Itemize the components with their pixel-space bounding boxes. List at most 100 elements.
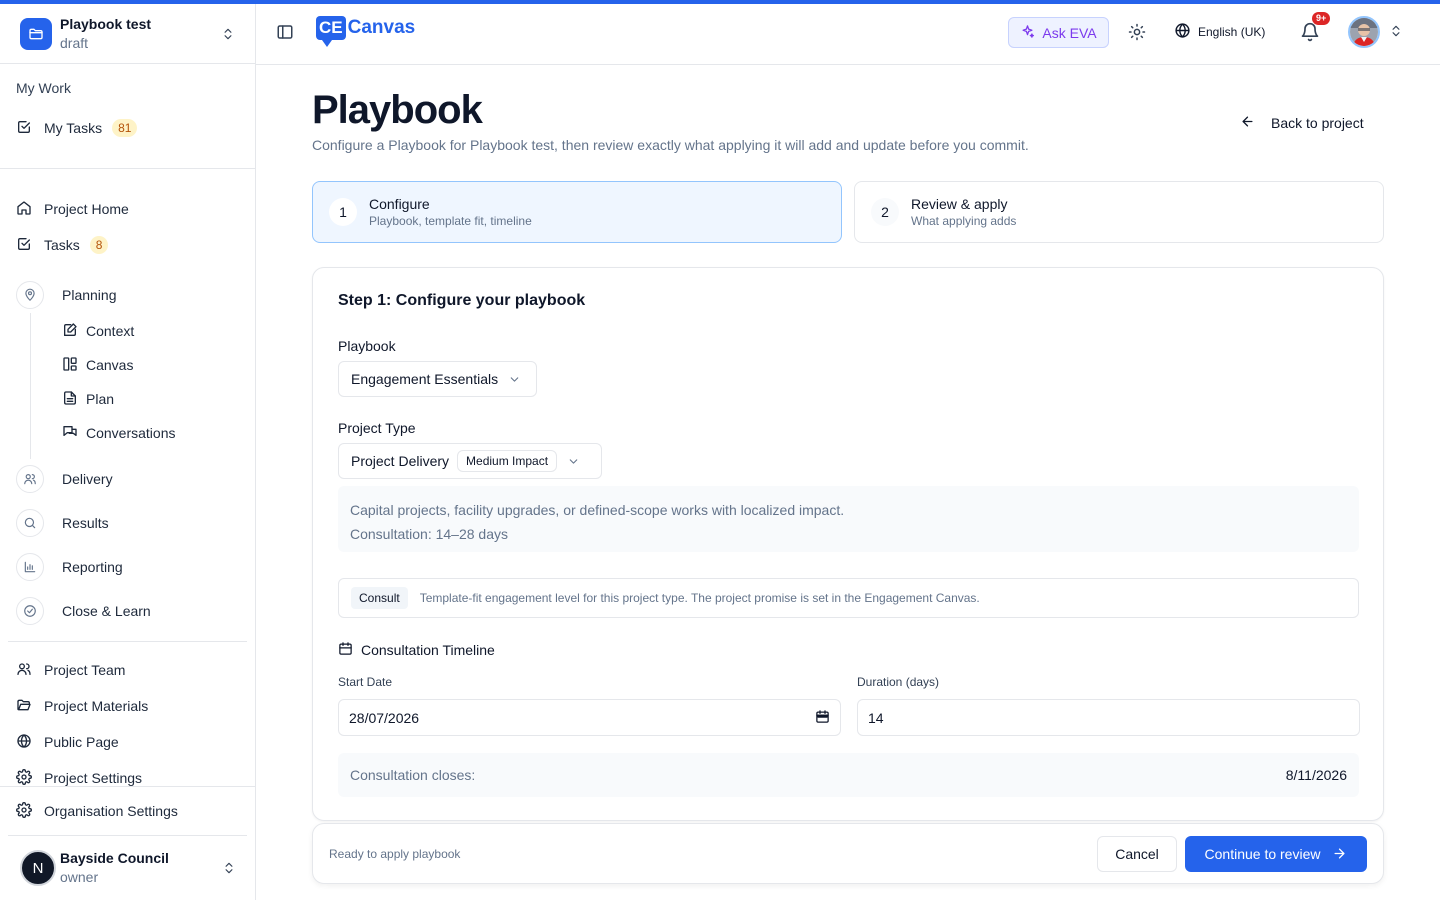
sidebar-item-label: Project Settings [44,770,143,786]
step-title: Review & apply [911,196,1008,212]
back-to-project-link[interactable]: Back to project [1240,114,1364,132]
start-date-value: 28/07/2026 [349,709,420,726]
sidebar-item-organisation-settings[interactable]: Organisation Settings [16,799,178,823]
check-square-icon [16,236,32,255]
sidebar-item-project-team[interactable]: Project Team [16,658,125,682]
closes-label: Consultation closes: [350,767,476,783]
sidebar-item-label: Conversations [86,425,176,441]
sidebar-item-context[interactable]: Context [62,320,134,342]
sidebar-toggle-icon[interactable] [276,23,296,43]
sidebar-item-label: My Tasks [44,120,103,136]
sidebar-item-label: Tasks [44,237,80,253]
ask-eva-label: Ask EVA [1042,24,1097,41]
calendar-icon[interactable] [815,709,830,727]
sidebar-item-label: Close & Learn [62,603,151,619]
check-square-icon [16,119,32,138]
top-accent-bar [0,0,1440,4]
sun-icon[interactable] [1128,23,1146,41]
project-type-select[interactable]: Project Delivery Medium Impact [338,443,602,479]
sidebar-item-conversations[interactable]: Conversations [62,422,176,444]
organisation-switcher[interactable]: N Bayside Council owner [0,836,256,900]
home-icon [16,200,32,219]
configure-form: Step 1: Configure your playbook Playbook… [312,267,1384,821]
sidebar-item-tasks[interactable]: Tasks 8 [16,233,109,257]
sidebar-item-project-home[interactable]: Project Home [16,197,129,221]
cancel-button[interactable]: Cancel [1097,835,1177,872]
sidebar-item-project-materials[interactable]: Project Materials [16,694,148,718]
divider [8,641,247,642]
avatar[interactable] [1348,16,1380,48]
chevrons-up-down-icon [221,27,235,41]
form-heading: Step 1: Configure your playbook [338,292,586,309]
sidebar: Playbook test draft My Work My Tasks 81 … [0,4,256,900]
ask-eva-button[interactable]: Ask EVA [1008,17,1109,48]
sidebar-item-results[interactable]: Results [16,509,109,537]
search-icon [16,509,44,537]
edit-icon [62,322,78,341]
my-work-label: My Work [16,80,71,96]
globe-icon [1174,22,1191,42]
sidebar-item-canvas[interactable]: Canvas [62,354,133,376]
sidebar-item-my-tasks[interactable]: My Tasks 81 [16,116,138,140]
sidebar-item-label: Public Page [44,734,119,750]
globe-icon [16,733,32,752]
count-badge: 81 [112,119,138,137]
engagement-badge: Consult [351,587,408,609]
layout-icon [62,356,78,375]
logo[interactable]: CE Canvas [316,16,415,47]
folder-open-icon [16,697,32,716]
playbook-select[interactable]: Engagement Essentials [338,361,537,397]
check-circle-icon [16,597,44,625]
sidebar-item-label: Planning [62,287,117,303]
sidebar-item-label: Project Home [44,201,129,217]
gear-icon [16,801,32,821]
chevrons-up-down-icon [222,861,236,875]
engagement-level-box: Consult Template-fit engagement level fo… [338,578,1359,618]
project-type-value: Project Delivery [351,453,450,469]
engagement-note: Template-fit engagement level for this p… [419,591,980,605]
step-description: What applying adds [911,214,1017,228]
playbook-label: Playbook [338,338,396,354]
sidebar-item-label: Delivery [62,471,113,487]
page-subtitle: Configure a Playbook for Playbook test, … [312,137,1029,153]
start-date-input[interactable]: 28/07/2026 [338,699,841,736]
duration-label: Duration (days) [857,675,940,689]
sidebar-item-label: Reporting [62,559,123,575]
sidebar-item-public-page[interactable]: Public Page [16,730,119,754]
action-footer: Ready to apply playbook Cancel Continue … [312,823,1384,884]
continue-to-review-button[interactable]: Continue to review [1185,835,1367,872]
sidebar-item-plan[interactable]: Plan [62,388,114,410]
timeline-heading-label: Consultation Timeline [361,642,495,658]
timeline-heading: Consultation Timeline [338,641,495,659]
step-number: 1 [329,198,357,226]
sidebar-item-reporting[interactable]: Reporting [16,553,123,581]
duration-value: 14 [868,709,884,726]
count-badge: 8 [89,236,109,254]
divider [0,786,256,787]
sidebar-item-delivery[interactable]: Delivery [16,465,113,493]
sparkles-icon [1020,24,1035,42]
project-status: draft [60,34,89,51]
sidebar-item-label: Project Team [44,662,126,678]
step-configure[interactable]: 1 Configure Playbook, template fit, time… [312,181,842,243]
sidebar-item-close-learn[interactable]: Close & Learn [16,597,151,625]
project-type-description: Capital projects, facility upgrades, or … [338,486,1359,552]
project-type-label: Project Type [338,420,416,436]
playbook-value: Engagement Essentials [351,371,499,387]
back-link-label: Back to project [1271,115,1364,131]
impact-badge: Medium Impact [457,450,558,472]
sidebar-item-planning[interactable]: Planning [16,281,117,309]
duration-input[interactable]: 14 [857,699,1360,736]
project-switcher[interactable]: Playbook test draft [0,4,255,64]
bell-icon[interactable] [1300,22,1320,42]
messages-icon [62,424,78,443]
chevrons-up-down-icon[interactable] [1389,24,1403,43]
type-description-text: Capital projects, facility upgrades, or … [350,502,845,518]
tree-line [30,313,31,459]
step-review-apply[interactable]: 2 Review & apply What applying adds [854,181,1384,243]
folder-icon [20,17,52,50]
logo-mark: CE [316,16,346,47]
language-selector[interactable]: English (UK) [1174,22,1265,42]
divider [0,168,256,169]
arrow-right-icon [1332,846,1347,861]
